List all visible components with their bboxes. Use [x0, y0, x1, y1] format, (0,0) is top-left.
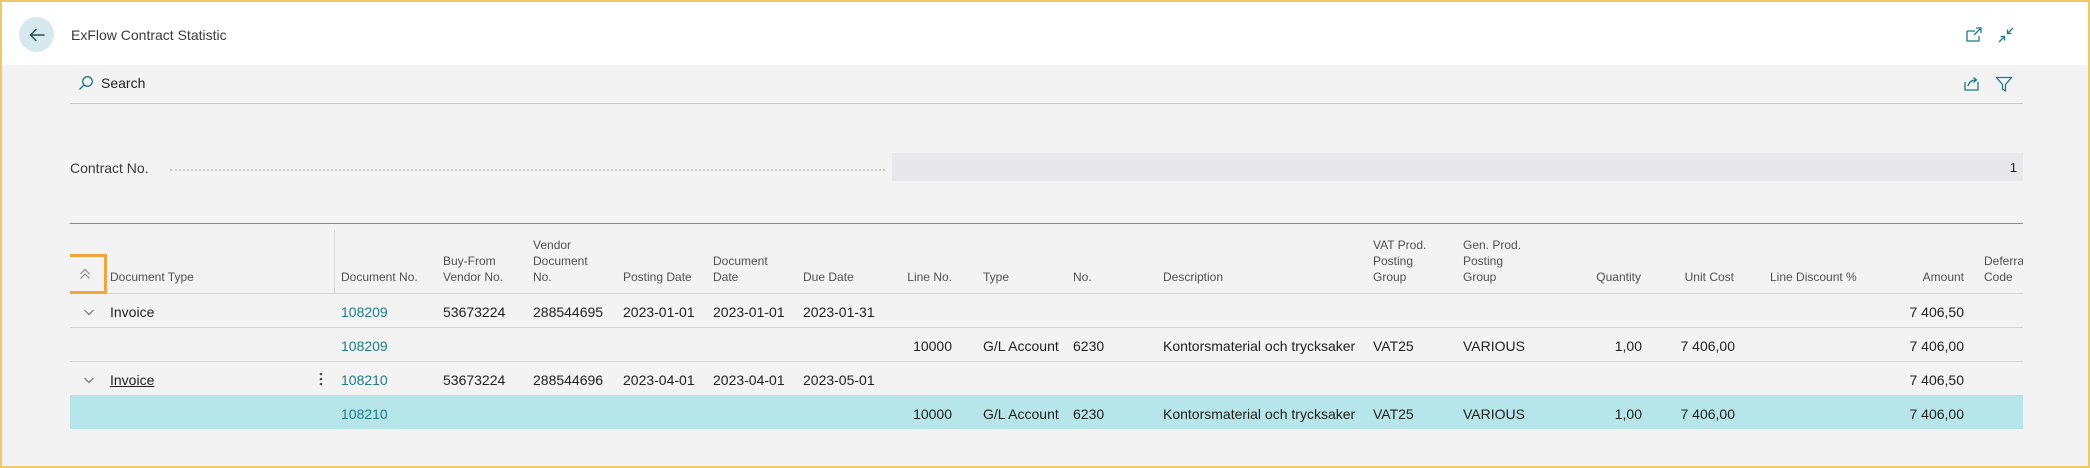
- col-buy-from-line2: Vendor No.: [443, 270, 504, 284]
- share-icon[interactable]: [1963, 75, 1981, 93]
- col-doc-date-line2: Date: [713, 270, 739, 284]
- chevron-down-icon[interactable]: [82, 305, 96, 319]
- cell-description: Kontorsmaterial och trycksaker: [1163, 406, 1356, 422]
- col-type[interactable]: Type: [983, 269, 1009, 285]
- chevron-down-icon[interactable]: [82, 373, 96, 387]
- col-deferral-code[interactable]: Deferra Code: [1984, 253, 2023, 285]
- contract-statistic-grid: Document Type Document No. Buy-From Vend…: [70, 224, 2023, 429]
- cell-document-date: 2023-04-01: [713, 372, 785, 388]
- cell-quantity: 1,00: [1614, 338, 1642, 354]
- cell-amount: 7 406,50: [1909, 372, 1965, 388]
- cell-amount: 7 406,50: [1909, 304, 1965, 320]
- cell-vat-prod-posting-group: VAT25: [1373, 338, 1414, 354]
- col-quantity[interactable]: Quantity: [1570, 269, 1641, 285]
- col-deferral-line2: Code: [1984, 270, 2013, 284]
- col-deferral-line1: Deferra: [1984, 254, 2023, 268]
- more-options-icon[interactable]: [315, 370, 327, 388]
- col-gen-line2: Posting: [1463, 254, 1504, 268]
- cell-line-no: 10000: [913, 338, 952, 354]
- col-vat-line3: Group: [1373, 270, 1407, 284]
- page-title: ExFlow Contract Statistic: [71, 27, 227, 43]
- col-amount[interactable]: Amount: [1910, 269, 1964, 285]
- col-document-no[interactable]: Document No.: [341, 269, 418, 285]
- cell-buy-from-vendor-no: 53673224: [443, 304, 506, 320]
- cell-vendor-document-no: 288544696: [533, 372, 604, 388]
- cell-type: G/L Account: [983, 406, 1059, 422]
- cell-vendor-document-no: 288544695: [533, 304, 604, 320]
- arrow-left-icon: [29, 28, 45, 41]
- cell-posting-date: 2023-04-01: [623, 372, 695, 388]
- cell-due-date: 2023-05-01: [803, 372, 875, 388]
- col-line-discount[interactable]: Line Discount %: [1770, 269, 1857, 285]
- col-vendor-doc-line1: Vendor: [533, 238, 572, 252]
- col-buy-from-line1: Buy-From: [443, 254, 496, 268]
- cell-gen-prod-posting-group: VARIOUS: [1463, 338, 1525, 354]
- search-label: Search: [101, 75, 146, 91]
- cell-unit-cost: 7 406,00: [1680, 406, 1736, 422]
- cell-vat-prod-posting-group: VAT25: [1373, 406, 1414, 422]
- cell-description: Kontorsmaterial och trycksaker: [1163, 338, 1356, 354]
- col-vat-line1: VAT Prod.: [1373, 238, 1427, 252]
- col-gen-prod-posting-group[interactable]: Gen. Prod. Posting Group: [1463, 237, 1521, 285]
- cell-document-type[interactable]: Invoice: [110, 372, 154, 388]
- cell-document-no[interactable]: 108209: [341, 338, 388, 354]
- col-vendor-doc-line3: No.: [533, 270, 552, 284]
- table-row[interactable]: 108209 10000 G/L Account 6230 Kontorsmat…: [70, 328, 2023, 362]
- column-separator: [334, 230, 335, 293]
- search-button[interactable]: Search: [78, 75, 145, 91]
- double-chevron-up-icon: [80, 268, 90, 279]
- cell-document-no[interactable]: 108210: [341, 406, 388, 422]
- col-document-type[interactable]: Document Type: [110, 269, 194, 285]
- table-row-selected[interactable]: 108210 10000 G/L Account 6230 Kontorsmat…: [70, 396, 2023, 429]
- contract-no-label: Contract No.: [70, 160, 149, 176]
- col-no[interactable]: No.: [1073, 269, 1092, 285]
- cell-no: 6230: [1073, 338, 1105, 354]
- col-doc-date-line1: Document: [713, 254, 768, 268]
- cell-unit-cost: 7 406,00: [1680, 338, 1736, 354]
- cell-document-no[interactable]: 108210: [341, 372, 388, 388]
- cell-line-no: 10000: [913, 406, 952, 422]
- filter-icon[interactable]: [1995, 75, 2013, 93]
- col-line-no[interactable]: Line No.: [890, 269, 952, 285]
- table-row[interactable]: Invoice 108209 53673224 288544695 2023-0…: [70, 294, 2023, 328]
- collapse-all-button[interactable]: [70, 254, 107, 294]
- field-leader-dots: [170, 169, 885, 171]
- cell-due-date: 2023-01-31: [803, 304, 875, 320]
- cell-buy-from-vendor-no: 53673224: [443, 372, 506, 388]
- cell-document-no[interactable]: 108209: [341, 304, 388, 320]
- cell-amount: 7 406,00: [1909, 406, 1965, 422]
- table-row[interactable]: Invoice 108210 53673224 288544696 2023-0…: [70, 362, 2023, 396]
- cell-no: 6230: [1073, 406, 1105, 422]
- cell-amount: 7 406,00: [1909, 338, 1965, 354]
- open-in-new-window-icon[interactable]: [1965, 26, 1983, 44]
- top-bar: ExFlow Contract Statistic: [2, 2, 2088, 65]
- collapse-icon[interactable]: [1997, 26, 2015, 44]
- back-button[interactable]: [19, 17, 54, 52]
- cell-type: G/L Account: [983, 338, 1059, 354]
- cell-document-date: 2023-01-01: [713, 304, 785, 320]
- col-document-date[interactable]: Document Date: [713, 253, 768, 285]
- col-vat-prod-posting-group[interactable]: VAT Prod. Posting Group: [1373, 237, 1426, 285]
- contract-no-value[interactable]: 1: [892, 153, 2023, 181]
- col-gen-line3: Group: [1463, 270, 1497, 284]
- grid-header: Document Type Document No. Buy-From Vend…: [70, 224, 2023, 294]
- col-vendor-document-no[interactable]: Vendor Document No.: [533, 237, 588, 285]
- cell-quantity: 1,00: [1614, 406, 1642, 422]
- col-due-date[interactable]: Due Date: [803, 269, 854, 285]
- col-buy-from-vendor-no[interactable]: Buy-From Vendor No.: [443, 253, 503, 285]
- col-unit-cost[interactable]: Unit Cost: [1670, 269, 1734, 285]
- cell-document-type: Invoice: [110, 304, 155, 320]
- col-description[interactable]: Description: [1163, 269, 1223, 285]
- toolbar: Search: [70, 65, 2023, 104]
- cell-gen-prod-posting-group: VARIOUS: [1463, 406, 1525, 422]
- col-gen-line1: Gen. Prod.: [1463, 238, 1522, 252]
- col-vat-line2: Posting: [1373, 254, 1414, 268]
- search-icon: [79, 76, 93, 90]
- cell-posting-date: 2023-01-01: [623, 304, 695, 320]
- col-vendor-doc-line2: Document: [533, 254, 588, 268]
- col-posting-date[interactable]: Posting Date: [623, 269, 692, 285]
- page-frame: ExFlow Contract Statistic Search Contrac…: [0, 0, 2090, 468]
